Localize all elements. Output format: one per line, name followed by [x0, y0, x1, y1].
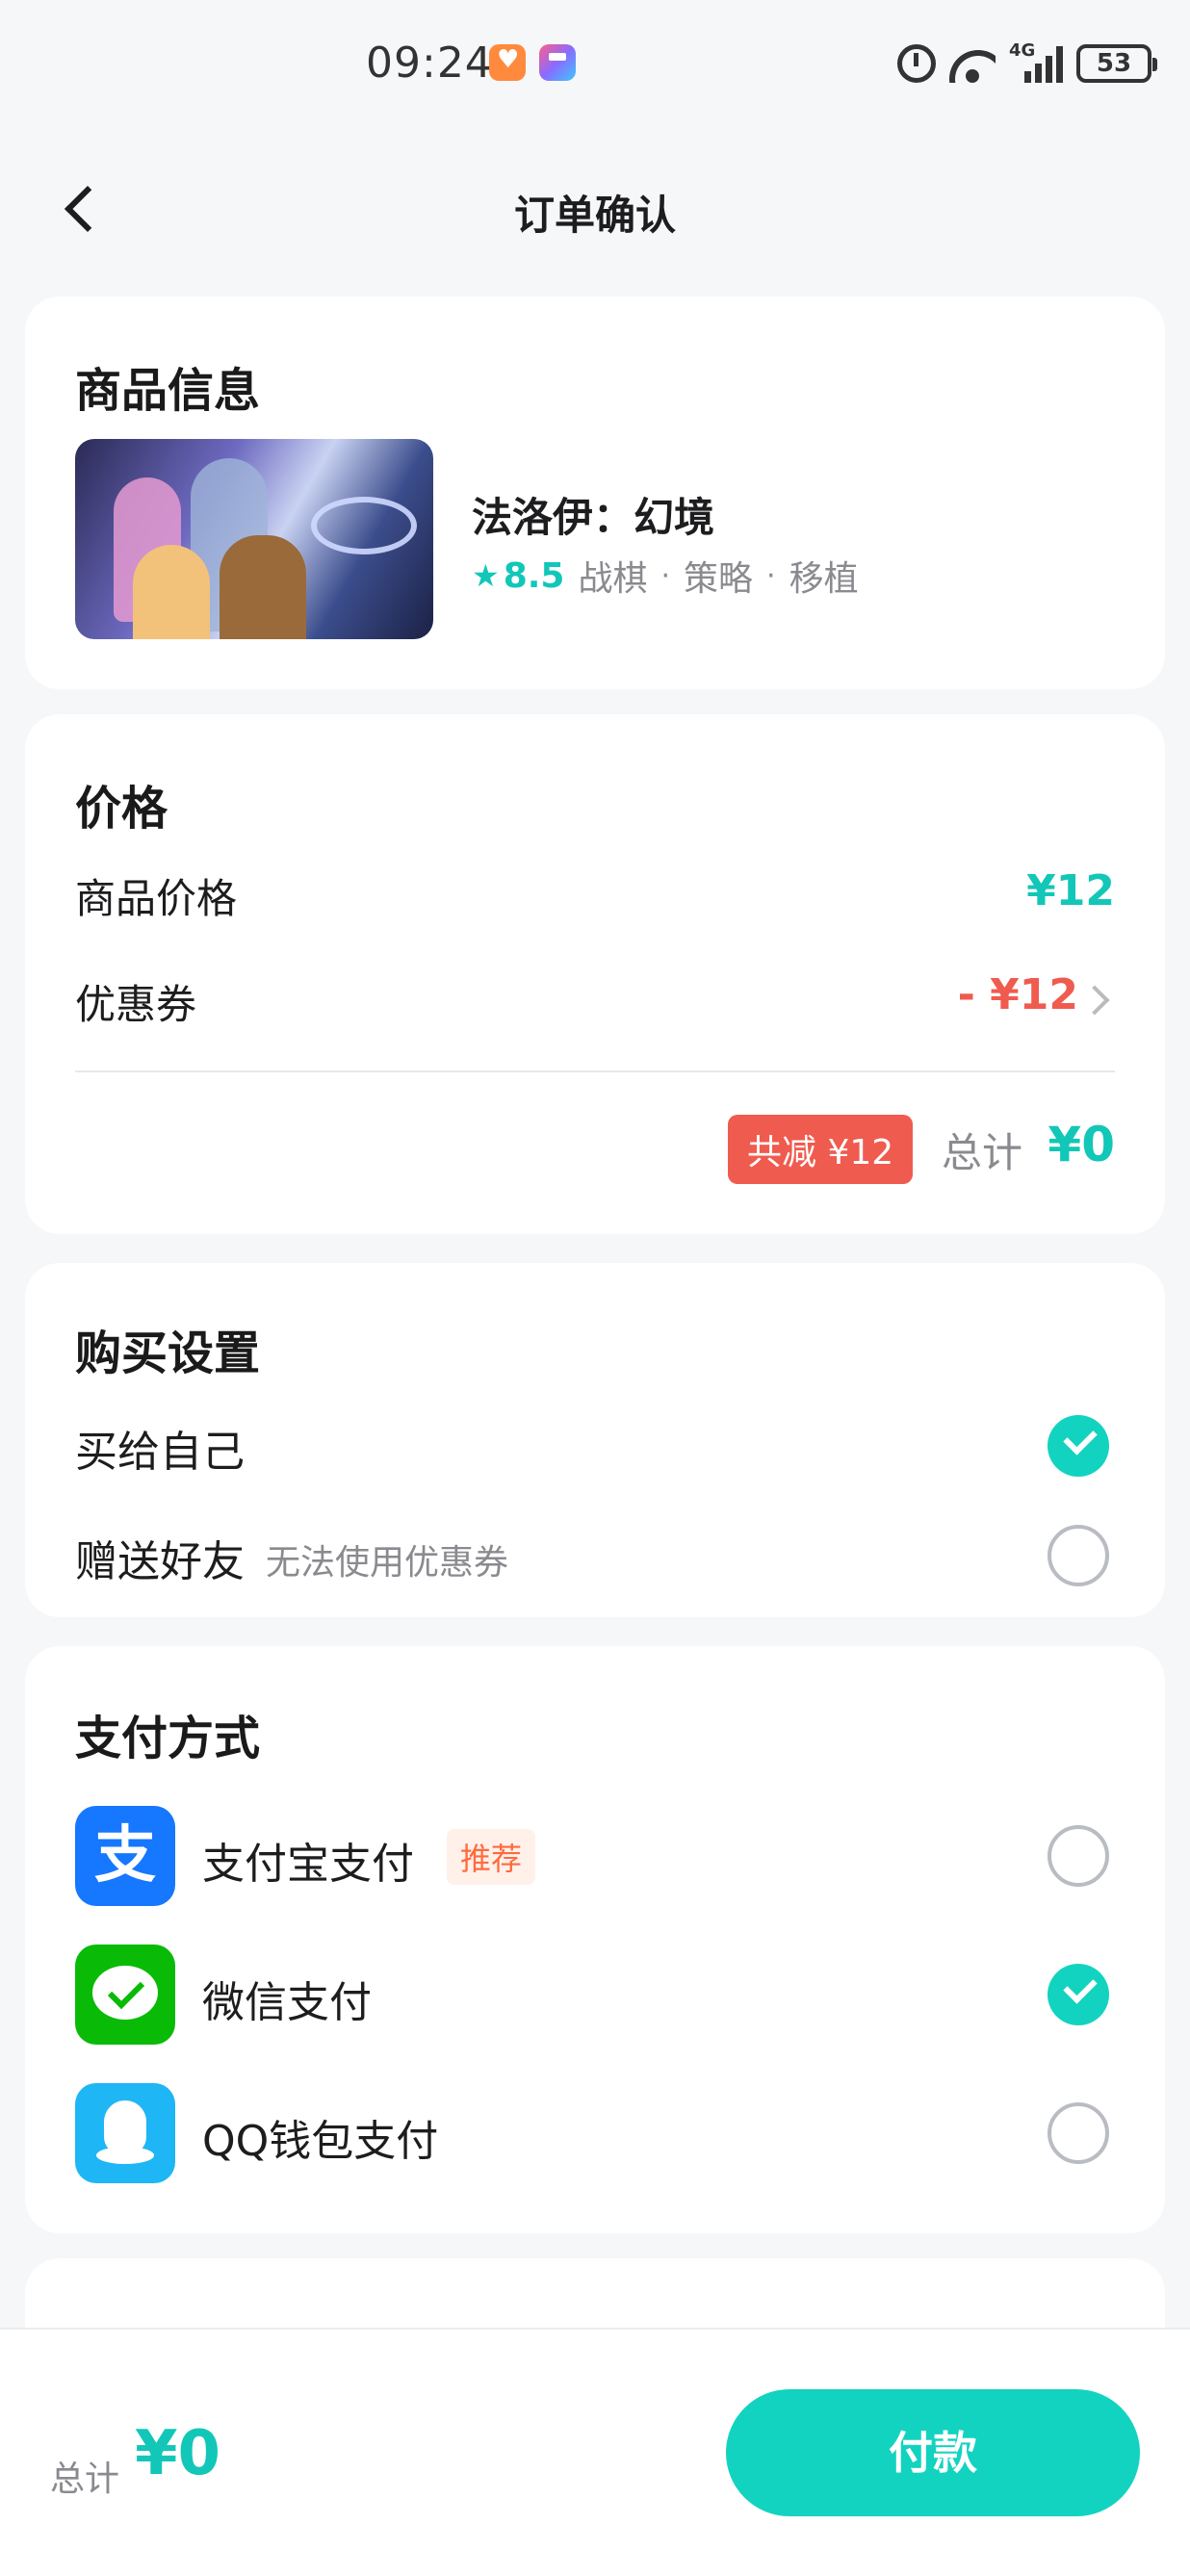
total-value: ¥0 — [1048, 1117, 1115, 1172]
item-price-value: ¥12 — [1026, 866, 1115, 915]
star-icon: ★ — [472, 557, 500, 594]
payment-method-card: 支付方式 支 支付宝支付 推荐 微信支付 QQ钱包支付 — [25, 1646, 1165, 2233]
product-tag: 移植 — [789, 559, 859, 599]
purchase-settings-card: 购买设置 买给自己 赠送好友 无法使用优惠券 — [25, 1263, 1165, 1617]
alipay-radio[interactable] — [1048, 1825, 1109, 1887]
qq-wallet-icon — [75, 2083, 175, 2183]
price-card: 价格 商品价格 ¥12 优惠券 - ¥12 共减 ¥12 总计 ¥0 — [25, 714, 1165, 1234]
page-header: 订单确认 — [0, 154, 1190, 260]
notification-app-icon-2 — [539, 44, 576, 81]
status-indicators: 4G 53 — [897, 40, 1157, 87]
status-time: 09:24 — [366, 39, 493, 88]
divider — [75, 1070, 1115, 1072]
discount-badge: 共减 ¥12 — [728, 1115, 914, 1184]
battery-icon: 53 — [1076, 44, 1157, 83]
product-info-card: 商品信息 法洛伊：幻境 ★ 8.5 战棋 · 策略 · 移植 — [25, 296, 1165, 689]
bottom-total-value: ¥0 — [135, 2418, 221, 2489]
bottom-pay-bar: 总计 ¥0 付款 — [0, 2328, 1190, 2576]
product-section-title: 商品信息 — [75, 364, 261, 418]
payment-method-wechat[interactable]: 微信支付 — [202, 1968, 372, 2029]
separator-dot: · — [660, 558, 671, 593]
wechat-pay-icon — [75, 1945, 175, 2045]
chevron-right-icon[interactable] — [1079, 985, 1110, 1016]
product-tag: 战棋 — [578, 559, 648, 599]
alarm-icon — [897, 44, 936, 83]
total-label: 总计 — [942, 1129, 1023, 1176]
item-price-label: 商品价格 — [75, 875, 238, 922]
recommended-badge: 推荐 — [447, 1829, 536, 1885]
price-section-title: 价格 — [75, 782, 168, 836]
product-meta: ★ 8.5 战棋 · 策略 · 移植 — [472, 551, 859, 601]
page-title: 订单确认 — [513, 192, 676, 239]
wifi-icon — [949, 44, 996, 83]
purchase-section-title: 购买设置 — [75, 1327, 261, 1380]
option-buy-for-self-label[interactable]: 买给自己 — [75, 1417, 245, 1479]
network-type: 4G — [1009, 40, 1036, 61]
payment-method-qq[interactable]: QQ钱包支付 — [202, 2106, 438, 2168]
notification-app-icon — [489, 44, 526, 81]
coupon-value[interactable]: - ¥12 — [958, 970, 1078, 1019]
alipay-icon: 支 — [75, 1806, 175, 1906]
bottom-total-label: 总计 — [50, 2460, 120, 2499]
payment-section-title: 支付方式 — [75, 1712, 261, 1765]
coupon-label[interactable]: 优惠券 — [75, 972, 196, 1031]
pay-button[interactable]: 付款 — [726, 2389, 1140, 2516]
gift-friend-radio[interactable] — [1048, 1525, 1109, 1586]
cellular-signal-icon: 4G — [1009, 40, 1063, 83]
gift-friend-note: 无法使用优惠券 — [266, 1543, 509, 1583]
separator-dot: · — [766, 558, 776, 593]
qq-wallet-radio[interactable] — [1048, 2102, 1109, 2164]
option-gift-friend-label[interactable]: 赠送好友 — [75, 1527, 245, 1588]
payment-method-alipay[interactable]: 支付宝支付 — [202, 1829, 414, 1891]
product-tag: 策略 — [684, 559, 754, 599]
game-cover-image — [75, 439, 433, 639]
buy-for-self-radio[interactable] — [1048, 1415, 1109, 1477]
product-score: 8.5 — [503, 555, 565, 596]
wechat-pay-radio[interactable] — [1048, 1964, 1109, 2025]
product-name: 法洛伊：幻境 — [472, 494, 715, 541]
status-bar: 09:24 4G 53 — [0, 0, 1190, 135]
